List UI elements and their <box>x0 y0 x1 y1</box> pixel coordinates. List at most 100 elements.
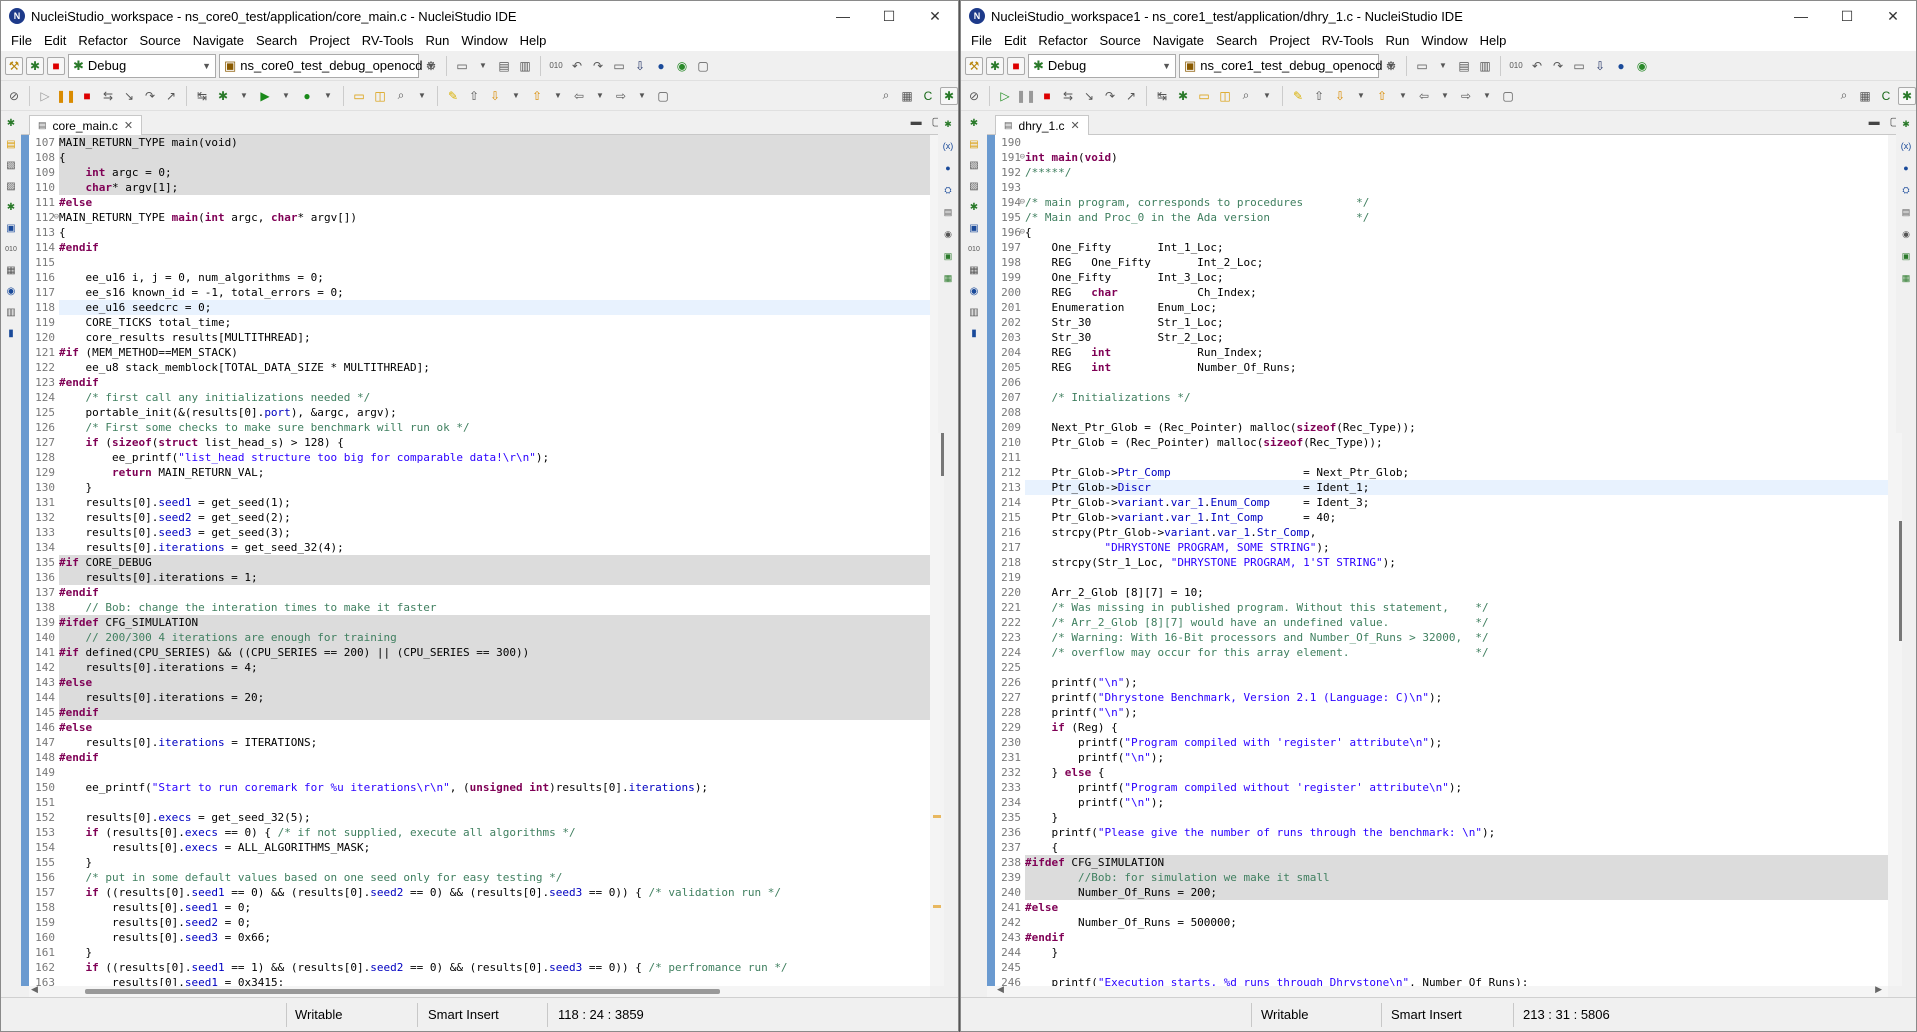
step-into-icon[interactable]: ↘ <box>1080 87 1098 105</box>
tasks-icon[interactable]: ▮ <box>966 325 982 341</box>
code-line[interactable]: 125 portable_init(&(results[0].port), &a… <box>29 405 930 420</box>
code-line[interactable]: 147 results[0].iterations = ITERATIONS; <box>29 735 930 750</box>
code-line[interactable]: 197 One_Fifty Int_1_Loc; <box>995 240 1888 255</box>
terminate-icon[interactable]: ■ <box>78 87 96 105</box>
code-line[interactable]: 204 REG int Run_Index; <box>995 345 1888 360</box>
menu-window[interactable]: Window <box>1415 31 1473 51</box>
scroll-right-icon[interactable]: ▶ <box>1875 984 1882 995</box>
tasks-icon[interactable]: ▮ <box>3 325 19 341</box>
database-icon[interactable]: ◉ <box>673 57 691 75</box>
close-tab-icon[interactable]: ✕ <box>1071 119 1080 132</box>
code-line[interactable]: 123 #endif <box>29 375 930 390</box>
back-icon[interactable]: ⇦ <box>1415 87 1433 105</box>
pin-editor-icon[interactable]: ▢ <box>654 87 672 105</box>
code-line[interactable]: 141 #if defined(CPU_SERIES) && ((CPU_SERI… <box>29 645 930 660</box>
variables-icon[interactable]: (x) <box>1898 138 1914 154</box>
overview-marker[interactable] <box>933 905 941 908</box>
code-line[interactable]: 154 results[0].execs = ALL_ALGORITHMS_MA… <box>29 840 930 855</box>
code-line[interactable]: 144 results[0].iterations = 20; <box>29 690 930 705</box>
breakpoints-icon[interactable]: ● <box>1898 160 1914 176</box>
code-line[interactable]: 124 /* first call any initializations ne… <box>29 390 930 405</box>
code-line[interactable]: 110 char* argv[1]; <box>29 180 930 195</box>
tab-core-main-c[interactable]: ▤ core_main.c ✕ <box>29 115 143 135</box>
run-icon[interactable]: ▶ <box>256 87 274 105</box>
code-line[interactable]: 137 #endif <box>29 585 930 600</box>
code-line[interactable]: 127 if (sizeof(struct list_head_s) > 128… <box>29 435 930 450</box>
undo-icon[interactable]: ↶ <box>1528 57 1546 75</box>
code-line[interactable]: 135 #if CORE_DEBUG <box>29 555 930 570</box>
code-line[interactable]: 213 Ptr_Glob->Discr = Ident_1; <box>995 480 1888 495</box>
build-hammer-icon[interactable]: ⚒ <box>5 56 23 75</box>
code-line[interactable]: 140 // 200/300 4 iterations are enough f… <box>29 630 930 645</box>
search-icon[interactable]: ⌕ <box>1237 87 1255 105</box>
code-line[interactable]: 241 #else <box>995 900 1888 915</box>
debug-view-icon[interactable]: ✱ <box>1898 116 1914 132</box>
menu-run[interactable]: Run <box>1379 31 1415 51</box>
code-line[interactable]: 119 CORE_TICKS total_time; <box>29 315 930 330</box>
save-icon[interactable]: ▤ <box>1455 57 1473 75</box>
quick-search-icon[interactable]: ⌕ <box>877 87 895 105</box>
code-line[interactable]: 151 <box>29 795 930 810</box>
annotation-icon[interactable]: ⇧ <box>465 87 483 105</box>
dropdown-icon[interactable]: ▼ <box>277 87 295 105</box>
build-hammer-icon[interactable]: ⚒ <box>965 56 983 75</box>
forward-icon[interactable]: ⇨ <box>612 87 630 105</box>
code-line[interactable]: 121 #if (MEM_METHOD==MEM_STACK) <box>29 345 930 360</box>
debug-bug-icon[interactable]: ✱ <box>1174 87 1192 105</box>
launch-mode-select[interactable]: ✱ Debug ▼ <box>68 53 216 78</box>
stop-icon[interactable]: ■ <box>1007 56 1025 75</box>
code-line[interactable]: 158 results[0].seed1 = 0; <box>29 900 930 915</box>
tab-dhry-1-c[interactable]: ▤ dhry_1.c ✕ <box>995 115 1089 135</box>
binary-icon[interactable]: 010 <box>1507 57 1525 75</box>
suspend-icon[interactable]: ❚❚ <box>1016 87 1036 105</box>
quick-search-icon[interactable]: ⌕ <box>1835 87 1853 105</box>
minimize-button[interactable]: — <box>1778 1 1824 31</box>
menu-source[interactable]: Source <box>1094 31 1147 51</box>
next-annotation-icon[interactable]: ⇩ <box>1331 87 1349 105</box>
open-perspective-icon[interactable]: ▦ <box>1856 87 1874 105</box>
undo-icon[interactable]: ↶ <box>568 57 586 75</box>
code-line[interactable]: 155 } <box>29 855 930 870</box>
code-line[interactable]: 195 /* Main and Proc_0 in the Ada version… <box>995 210 1888 225</box>
instruction-step-icon[interactable]: ↹ <box>1153 87 1171 105</box>
prev-annotation-icon[interactable]: ⇧ <box>1373 87 1391 105</box>
breakpoints-icon[interactable]: ● <box>940 160 956 176</box>
debug-view-icon[interactable]: ✱ <box>966 199 982 215</box>
dropdown-icon[interactable]: ▼ <box>591 87 609 105</box>
pin-editor-icon[interactable]: ▢ <box>1499 87 1517 105</box>
code-line[interactable]: 128 ee_printf("list_head structure too b… <box>29 450 930 465</box>
code-line[interactable]: 109 int argc = 0; <box>29 165 930 180</box>
code-line[interactable]: 219 <box>995 570 1888 585</box>
chip-icon[interactable]: ● <box>652 57 670 75</box>
dropdown-icon[interactable]: ▼ <box>1394 87 1412 105</box>
overview-marker[interactable] <box>933 815 941 818</box>
code-line[interactable]: 223 /* Warning: With 16-Bit processors a… <box>995 630 1888 645</box>
dropdown-icon[interactable]: ▼ <box>235 87 253 105</box>
code-line[interactable]: 129 return MAIN_RETURN_VAL; <box>29 465 930 480</box>
dropdown-icon[interactable]: ▼ <box>1436 87 1454 105</box>
horizontal-scrollbar[interactable]: ◀ <box>29 984 930 997</box>
code-line[interactable]: 107 MAIN_RETURN_TYPE main(void) <box>29 135 930 150</box>
code-line[interactable]: 117 ee_s16 known_id = -1, total_errors =… <box>29 285 930 300</box>
save-all-icon[interactable]: ▥ <box>516 57 534 75</box>
peripherals-icon[interactable]: ▣ <box>940 248 956 264</box>
code-line[interactable]: 205 REG int Number_Of_Runs; <box>995 360 1888 375</box>
menu-rv-tools[interactable]: RV-Tools <box>1316 31 1380 51</box>
next-annotation-icon[interactable]: ⇩ <box>486 87 504 105</box>
code-line[interactable]: 210 Ptr_Glob = (Rec_Pointer) malloc(size… <box>995 435 1888 450</box>
redo-icon[interactable]: ↷ <box>589 57 607 75</box>
dropdown-icon[interactable]: ▼ <box>319 87 337 105</box>
external-tools-icon[interactable]: ● <box>298 87 316 105</box>
code-line[interactable]: 148 #endif <box>29 750 930 765</box>
code-line[interactable]: 217 "DHRYSTONE PROGRAM, SOME STRING"); <box>995 540 1888 555</box>
memory-icon[interactable]: 010 <box>966 241 982 257</box>
dropdown-icon[interactable]: ▼ <box>474 57 492 75</box>
skip-breakpoints-icon[interactable]: ⊘ <box>965 87 983 105</box>
code-line[interactable]: 239 //Bob: for simulation we make it sma… <box>995 870 1888 885</box>
expressions-icon[interactable]: ⛭ <box>940 182 956 198</box>
code-line[interactable]: 243 #endif <box>995 930 1888 945</box>
code-line[interactable]: 190 <box>995 135 1888 150</box>
outline-icon[interactable]: ▦ <box>940 270 956 286</box>
debug-perspective-icon[interactable]: ✱ <box>1898 86 1916 105</box>
debug-bug-icon[interactable]: ✱ <box>214 87 232 105</box>
